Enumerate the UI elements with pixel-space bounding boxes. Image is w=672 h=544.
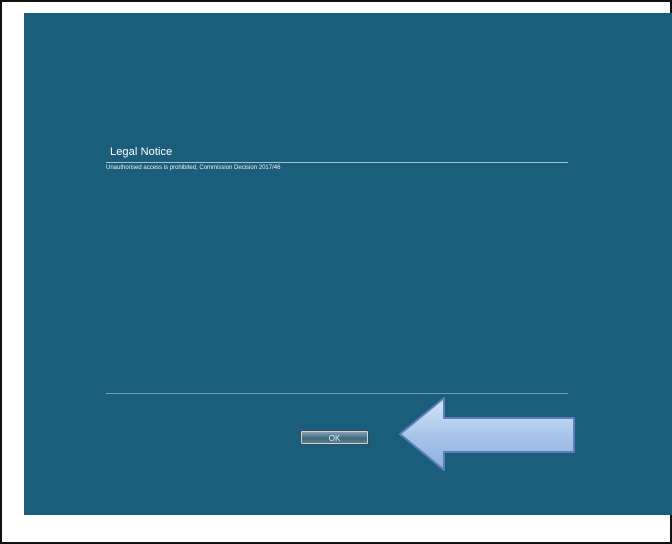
legal-notice-title: Legal Notice <box>110 146 173 158</box>
title-divider <box>106 162 568 163</box>
screenshot-frame: Legal Notice Unauthorised access is proh… <box>0 0 672 544</box>
left-arrow-icon <box>399 397 575 471</box>
ok-button[interactable]: OK <box>300 430 369 445</box>
legal-notice-message: Unauthorised access is prohibited, Commi… <box>106 165 281 171</box>
footer-divider <box>106 393 568 394</box>
